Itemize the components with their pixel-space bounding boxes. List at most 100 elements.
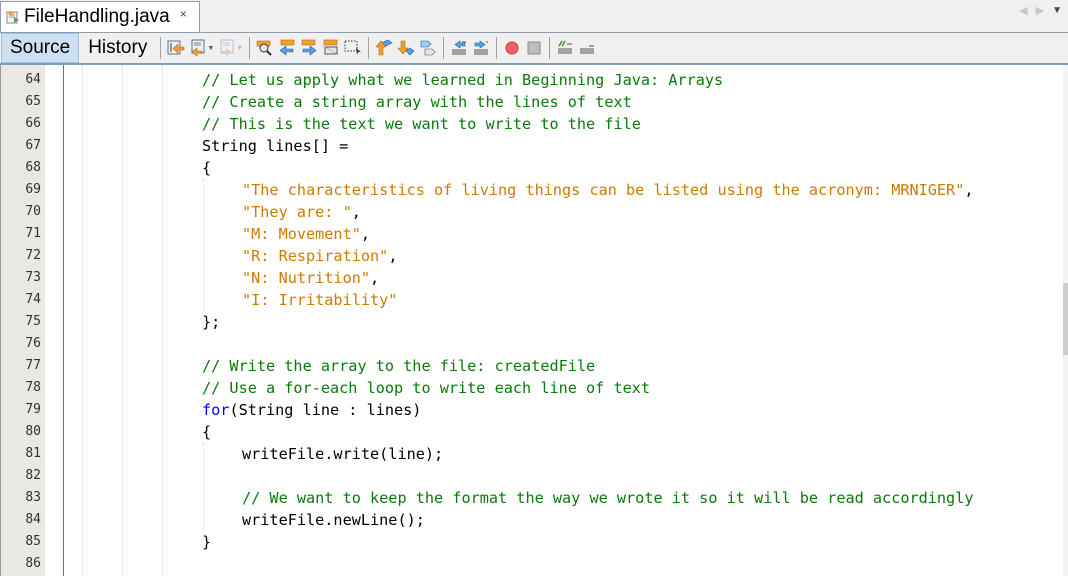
code-line[interactable]: 75}; xyxy=(0,311,1060,333)
next-bookmark-button[interactable] xyxy=(395,37,417,59)
plain-token: }; xyxy=(202,313,221,331)
code-text[interactable]: // Use a for-each loop to write each lin… xyxy=(202,377,650,399)
editor-toolbar: Source History ▼ ▼ xyxy=(0,33,1068,65)
find-previous-button[interactable] xyxy=(276,37,298,59)
string-token: "They are: " xyxy=(242,203,352,221)
code-text[interactable]: // This is the text we want to write to … xyxy=(202,113,641,135)
start-macro-icon xyxy=(505,41,519,55)
code-editor[interactable]: 64 // Let us apply what we learned in Beg… xyxy=(0,65,1068,576)
code-line[interactable]: 72 "R: Respiration", xyxy=(0,245,1060,267)
shift-line-right-button[interactable] xyxy=(470,37,492,59)
show-opened-documents-icon[interactable]: ▼ xyxy=(1052,5,1062,16)
line-number: 70 xyxy=(25,204,41,219)
code-text[interactable]: // Create a string array with the lines … xyxy=(202,91,632,113)
code-line[interactable]: 80 { xyxy=(0,421,1060,443)
plain-token: String lines[] = xyxy=(202,137,349,155)
code-text[interactable]: String lines[] = xyxy=(202,135,348,157)
previous-bookmark-button[interactable] xyxy=(373,37,395,59)
line-number: 78 xyxy=(25,380,41,395)
scroll-tabs-right-icon[interactable]: ▶ xyxy=(1036,4,1044,17)
shift-line-left-button[interactable] xyxy=(448,37,470,59)
code-text[interactable]: "They are: ", xyxy=(242,201,361,223)
code-line[interactable]: 69 "The characteristics of living things … xyxy=(0,179,1060,201)
line-number: 71 xyxy=(25,226,41,241)
code-line[interactable]: 64 // Let us apply what we learned in Beg… xyxy=(0,69,1060,91)
toolbar-separator xyxy=(160,37,162,59)
plain-token: , xyxy=(370,269,380,287)
code-text[interactable]: "I: Irritability" xyxy=(242,289,397,311)
code-line[interactable]: 85} xyxy=(0,531,1060,553)
uncomment-button[interactable] xyxy=(576,37,598,59)
toggle-highlight-search-button[interactable] xyxy=(320,37,342,59)
start-macro-recording-button[interactable] xyxy=(501,37,523,59)
code-line[interactable]: 67 String lines[] = xyxy=(0,135,1060,157)
toolbar-separator xyxy=(249,37,251,59)
plain-token: } xyxy=(202,533,212,551)
source-view-button[interactable]: Source xyxy=(1,33,80,63)
comment-token: // We want to keep the format the way we… xyxy=(242,489,974,507)
toolbar-separator xyxy=(549,37,551,59)
toggle-highlight-icon xyxy=(322,39,340,56)
toggle-rectangular-selection-button[interactable] xyxy=(342,37,364,59)
vertical-scrollbar[interactable] xyxy=(1063,65,1068,576)
line-number: 65 xyxy=(25,94,41,109)
code-line[interactable]: 84 writeFile.newLine(); xyxy=(0,509,1060,531)
find-selection-button[interactable] xyxy=(254,37,276,59)
comment-token: // Let us apply what we learned in Begin… xyxy=(202,71,724,89)
code-text[interactable]: // Write the array to the file: createdF… xyxy=(202,355,595,377)
code-line[interactable]: 68 { xyxy=(0,157,1060,179)
plain-token: , xyxy=(964,181,974,199)
code-text[interactable]: // Let us apply what we learned in Begin… xyxy=(202,69,723,91)
line-number: 86 xyxy=(25,556,41,571)
code-text[interactable]: // We want to keep the format the way we… xyxy=(242,487,974,509)
history-view-button[interactable]: History xyxy=(79,33,156,63)
toggle-bookmark-button[interactable] xyxy=(417,37,439,59)
find-previous-icon xyxy=(279,39,295,56)
stop-macro-recording-button[interactable] xyxy=(523,37,545,59)
code-text[interactable]: "M: Movement", xyxy=(242,223,370,245)
code-text[interactable]: "N: Nutrition", xyxy=(242,267,379,289)
last-edit-button[interactable] xyxy=(165,37,187,59)
tab-filehandling-java[interactable]: FileHandling.java × xyxy=(0,1,200,32)
code-line[interactable]: 79 for(String line : lines) xyxy=(0,399,1060,421)
close-tab-icon[interactable]: × xyxy=(180,7,187,21)
code-line[interactable]: 82 xyxy=(0,465,1060,487)
code-text[interactable]: } xyxy=(202,531,211,553)
code-line[interactable]: 81 writeFile.write(line); xyxy=(0,443,1060,465)
find-next-button[interactable] xyxy=(298,37,320,59)
comment-button[interactable] xyxy=(554,37,576,59)
code-text[interactable]: }; xyxy=(202,311,220,333)
back-button[interactable] xyxy=(187,37,209,59)
code-line[interactable]: 73 "N: Nutrition", xyxy=(0,267,1060,289)
line-number: 67 xyxy=(25,138,41,153)
line-number: 77 xyxy=(25,358,41,373)
line-number: 85 xyxy=(25,534,41,549)
code-text[interactable]: writeFile.write(line); xyxy=(242,443,443,465)
line-number: 75 xyxy=(25,314,41,329)
java-file-icon xyxy=(6,10,20,24)
code-text[interactable]: { xyxy=(202,421,211,443)
code-line[interactable]: 77 // Write the array to the file: create… xyxy=(0,355,1060,377)
toggle-rect-select-icon xyxy=(344,40,362,55)
code-line[interactable]: 76 xyxy=(0,333,1060,355)
code-line[interactable]: 86 xyxy=(0,553,1060,575)
shift-right-icon xyxy=(474,40,489,55)
code-text[interactable]: "The characteristics of living things ca… xyxy=(242,179,974,201)
code-line[interactable]: 70 "They are: ", xyxy=(0,201,1060,223)
code-text[interactable]: "R: Respiration", xyxy=(242,245,397,267)
code-line[interactable]: 66 // This is the text we want to write t… xyxy=(0,113,1060,135)
plain-token: { xyxy=(202,423,212,441)
code-line[interactable]: 78 // Use a for-each loop to write each l… xyxy=(0,377,1060,399)
plain-token: , xyxy=(388,247,398,265)
code-line[interactable]: 83 // We want to keep the format the way … xyxy=(0,487,1060,509)
code-text[interactable]: for(String line : lines) xyxy=(202,399,421,421)
scroll-tabs-left-icon[interactable]: ◀ xyxy=(1019,4,1027,17)
code-text[interactable]: writeFile.newLine(); xyxy=(242,509,425,531)
code-text[interactable]: { xyxy=(202,157,211,179)
code-line[interactable]: 74 "I: Irritability" xyxy=(0,289,1060,311)
code-line[interactable]: 65 // Create a string array with the line… xyxy=(0,91,1060,113)
forward-button[interactable] xyxy=(216,37,238,59)
string-token: "I: Irritability" xyxy=(242,291,398,309)
code-line[interactable]: 71 "M: Movement", xyxy=(0,223,1060,245)
scrollbar-thumb[interactable] xyxy=(1063,283,1068,355)
